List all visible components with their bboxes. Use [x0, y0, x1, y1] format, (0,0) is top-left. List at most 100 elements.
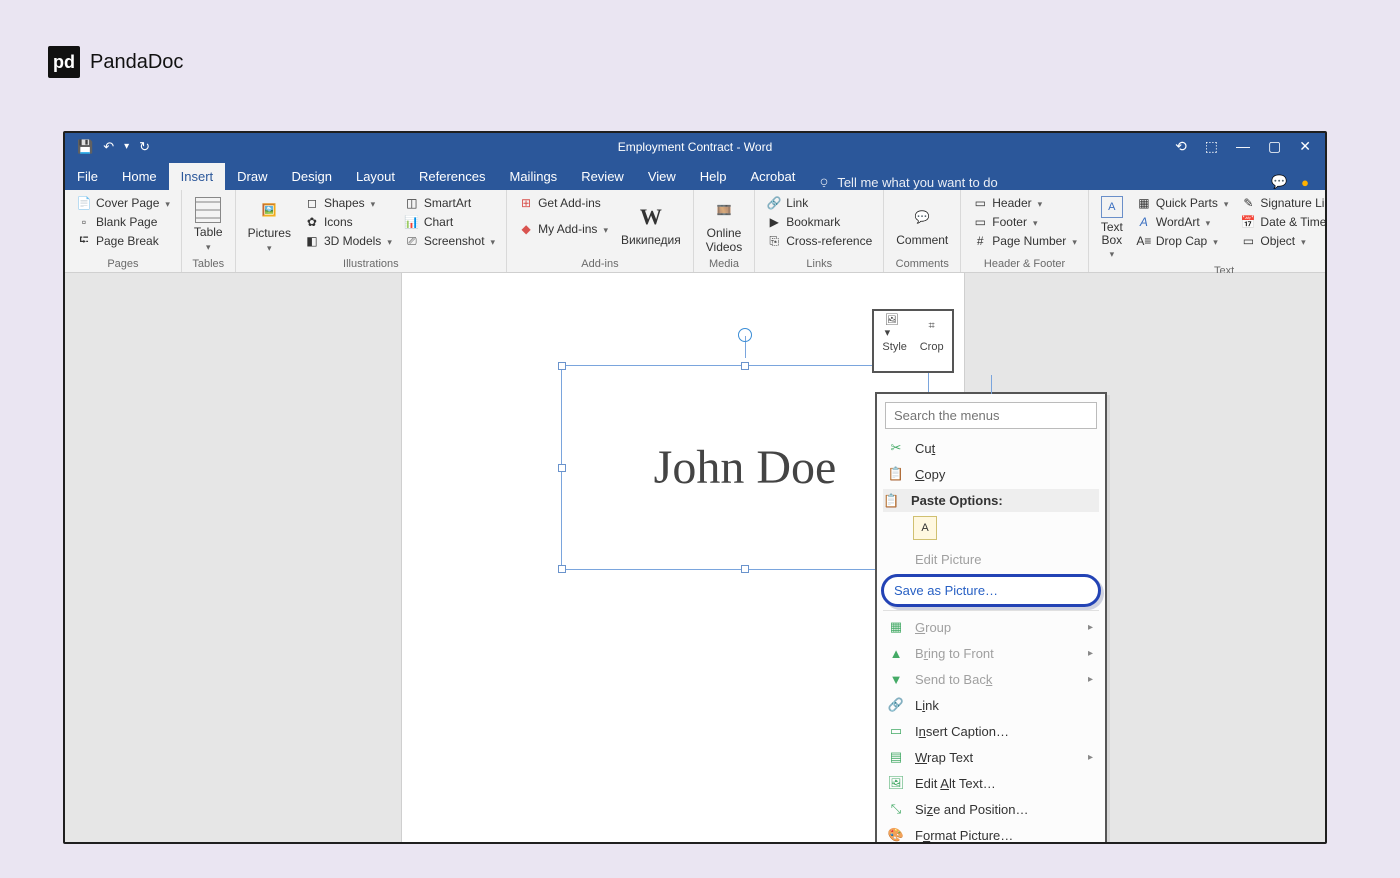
footer-icon: ▭: [972, 214, 988, 230]
blank-page-button[interactable]: ▫Blank Page: [73, 213, 173, 231]
ctx-save-as-picture[interactable]: Save as Picture…: [881, 574, 1101, 607]
rotate-handle-icon[interactable]: [738, 328, 752, 342]
menu-review[interactable]: Review: [569, 163, 636, 190]
footer-button[interactable]: ▭Footer: [969, 213, 1080, 231]
maximize-button[interactable]: ▢: [1268, 138, 1281, 155]
chart-button[interactable]: 📊Chart: [401, 213, 498, 231]
close-button[interactable]: ✕: [1299, 138, 1311, 155]
send-back-icon: ▼: [887, 670, 905, 688]
paste-keep-text-button[interactable]: A: [913, 516, 937, 540]
context-menu: ✂Cut 📋Copy 📋Paste Options: A Edit Pictur…: [875, 392, 1107, 844]
tell-me-search[interactable]: Tell me what you want to do: [817, 175, 997, 190]
cross-reference-button[interactable]: ⎘Cross-reference: [763, 232, 875, 250]
resize-handle[interactable]: [558, 362, 566, 370]
quick-parts-button[interactable]: ▦Quick Parts: [1133, 194, 1232, 212]
ctx-size-position[interactable]: ⤡Size and Position…: [883, 796, 1099, 822]
logo-text: PandaDoc: [90, 51, 183, 74]
blank-page-icon: ▫: [76, 214, 92, 230]
redo-icon[interactable]: ▾: [124, 141, 129, 152]
pictures-button[interactable]: 🖼️ Pictures: [244, 194, 295, 256]
get-addins-button[interactable]: ⊞Get Add-ins: [515, 194, 611, 212]
menu-file[interactable]: File: [65, 163, 110, 190]
ribbon-group-illustrations: 🖼️ Pictures ◻Shapes ✿Icons ◧3D Models ◫S…: [236, 190, 507, 272]
mini-crop-button[interactable]: ⌗ Crop: [920, 315, 944, 367]
crop-icon: ⌗: [921, 315, 943, 337]
ribbon-group-comments: 💬 Comment Comments: [884, 190, 961, 272]
menu-view[interactable]: View: [636, 163, 688, 190]
ribbon-group-text: A Text Box ▦Quick Parts AWordArt A≡Drop …: [1089, 190, 1327, 272]
resize-handle[interactable]: [741, 565, 749, 573]
menu-home[interactable]: Home: [110, 163, 169, 190]
menu-bar: File Home Insert Draw Design Layout Refe…: [65, 160, 1325, 190]
bookmark-icon: ▶: [766, 214, 782, 230]
shapes-button[interactable]: ◻Shapes: [301, 194, 395, 212]
addins-icon: ◆: [518, 221, 534, 237]
accessibility-icon[interactable]: ⟲: [1175, 138, 1187, 155]
smartart-button[interactable]: ◫SmartArt: [401, 194, 498, 212]
menu-references[interactable]: References: [407, 163, 497, 190]
text-box-button[interactable]: A Text Box: [1097, 194, 1127, 263]
resize-handle[interactable]: [558, 464, 566, 472]
paste-icon: 📋: [883, 493, 899, 509]
context-search-input[interactable]: [885, 402, 1097, 429]
drop-cap-button[interactable]: A≡Drop Cap: [1133, 232, 1232, 250]
group-icon: ▦: [887, 618, 905, 636]
screenshot-button[interactable]: ⎚Screenshot: [401, 232, 498, 250]
my-addins-button[interactable]: ◆My Add-ins: [515, 220, 611, 238]
ctx-wrap-text[interactable]: ▤Wrap Text▸: [883, 744, 1099, 770]
menu-layout[interactable]: Layout: [344, 163, 407, 190]
cover-page-button[interactable]: 📄Cover Page: [73, 194, 173, 212]
comments-toggle-icon[interactable]: 💬: [1271, 174, 1287, 190]
logo-mark-icon: pd: [48, 46, 80, 78]
ribbon-group-links: 🔗Link ▶Bookmark ⎘Cross-reference Links: [755, 190, 884, 272]
pictures-icon: 🖼️: [255, 196, 283, 224]
ctx-link[interactable]: 🔗Link: [883, 692, 1099, 718]
bring-front-icon: ▲: [887, 644, 905, 662]
3d-models-button[interactable]: ◧3D Models: [301, 232, 395, 250]
menu-mailings[interactable]: Mailings: [498, 163, 570, 190]
bookmark-button[interactable]: ▶Bookmark: [763, 213, 875, 231]
menu-insert[interactable]: Insert: [169, 163, 226, 190]
video-icon: 🎞️: [710, 196, 738, 224]
store-icon: ⊞: [518, 195, 534, 211]
ctx-cut[interactable]: ✂Cut: [883, 435, 1099, 461]
resize-handle[interactable]: [558, 565, 566, 573]
menu-help[interactable]: Help: [688, 163, 739, 190]
ctx-paste-options-header: 📋Paste Options:: [883, 489, 1099, 512]
ctx-format-picture[interactable]: 🎨Format Picture…: [883, 822, 1099, 844]
object-button[interactable]: ▭Object: [1237, 232, 1327, 250]
undo-icon[interactable]: ↶: [103, 139, 114, 155]
header-button[interactable]: ▭Header: [969, 194, 1080, 212]
ctx-insert-caption[interactable]: ▭Insert Caption…: [883, 718, 1099, 744]
menu-acrobat[interactable]: Acrobat: [739, 163, 808, 190]
quickparts-icon: ▦: [1136, 195, 1152, 211]
save-icon[interactable]: 💾: [77, 139, 93, 155]
page-number-button[interactable]: #Page Number: [969, 232, 1080, 250]
link-button[interactable]: 🔗Link: [763, 194, 875, 212]
signature-textbox[interactable]: John Doe: [561, 365, 929, 570]
comment-button[interactable]: 💬 Comment: [892, 194, 952, 256]
icons-button[interactable]: ✿Icons: [301, 213, 395, 231]
pandadoc-logo: pd PandaDoc: [48, 46, 183, 78]
page-break-button[interactable]: ⮓Page Break: [73, 232, 173, 250]
refresh-icon[interactable]: ↻: [139, 139, 150, 155]
screenshot-icon: ⎚: [404, 233, 420, 249]
cube-icon: ◧: [304, 233, 320, 249]
table-button[interactable]: Table: [190, 194, 227, 256]
signature-line-button[interactable]: ✎Signature Line: [1237, 194, 1327, 212]
ctx-edit-alt-text[interactable]: 🖼Edit Alt Text…: [883, 770, 1099, 796]
ribbon-group-header-footer: ▭Header ▭Footer #Page Number Header & Fo…: [961, 190, 1089, 272]
resize-handle[interactable]: [741, 362, 749, 370]
mini-style-button[interactable]: 🖼 ▾ Style: [882, 315, 906, 367]
menu-design[interactable]: Design: [280, 163, 344, 190]
minimize-button[interactable]: —: [1236, 138, 1250, 155]
wordart-button[interactable]: AWordArt: [1133, 213, 1232, 231]
table-icon: [195, 197, 221, 223]
page-icon: 📄: [76, 195, 92, 211]
date-time-button[interactable]: 📅Date & Time: [1237, 213, 1327, 231]
wikipedia-button[interactable]: W Википедия: [617, 194, 685, 256]
online-videos-button[interactable]: 🎞️ Online Videos: [702, 194, 746, 256]
ribbon-display-icon[interactable]: ⬚: [1205, 138, 1218, 155]
ctx-copy[interactable]: 📋Copy: [883, 461, 1099, 487]
menu-draw[interactable]: Draw: [225, 163, 279, 190]
